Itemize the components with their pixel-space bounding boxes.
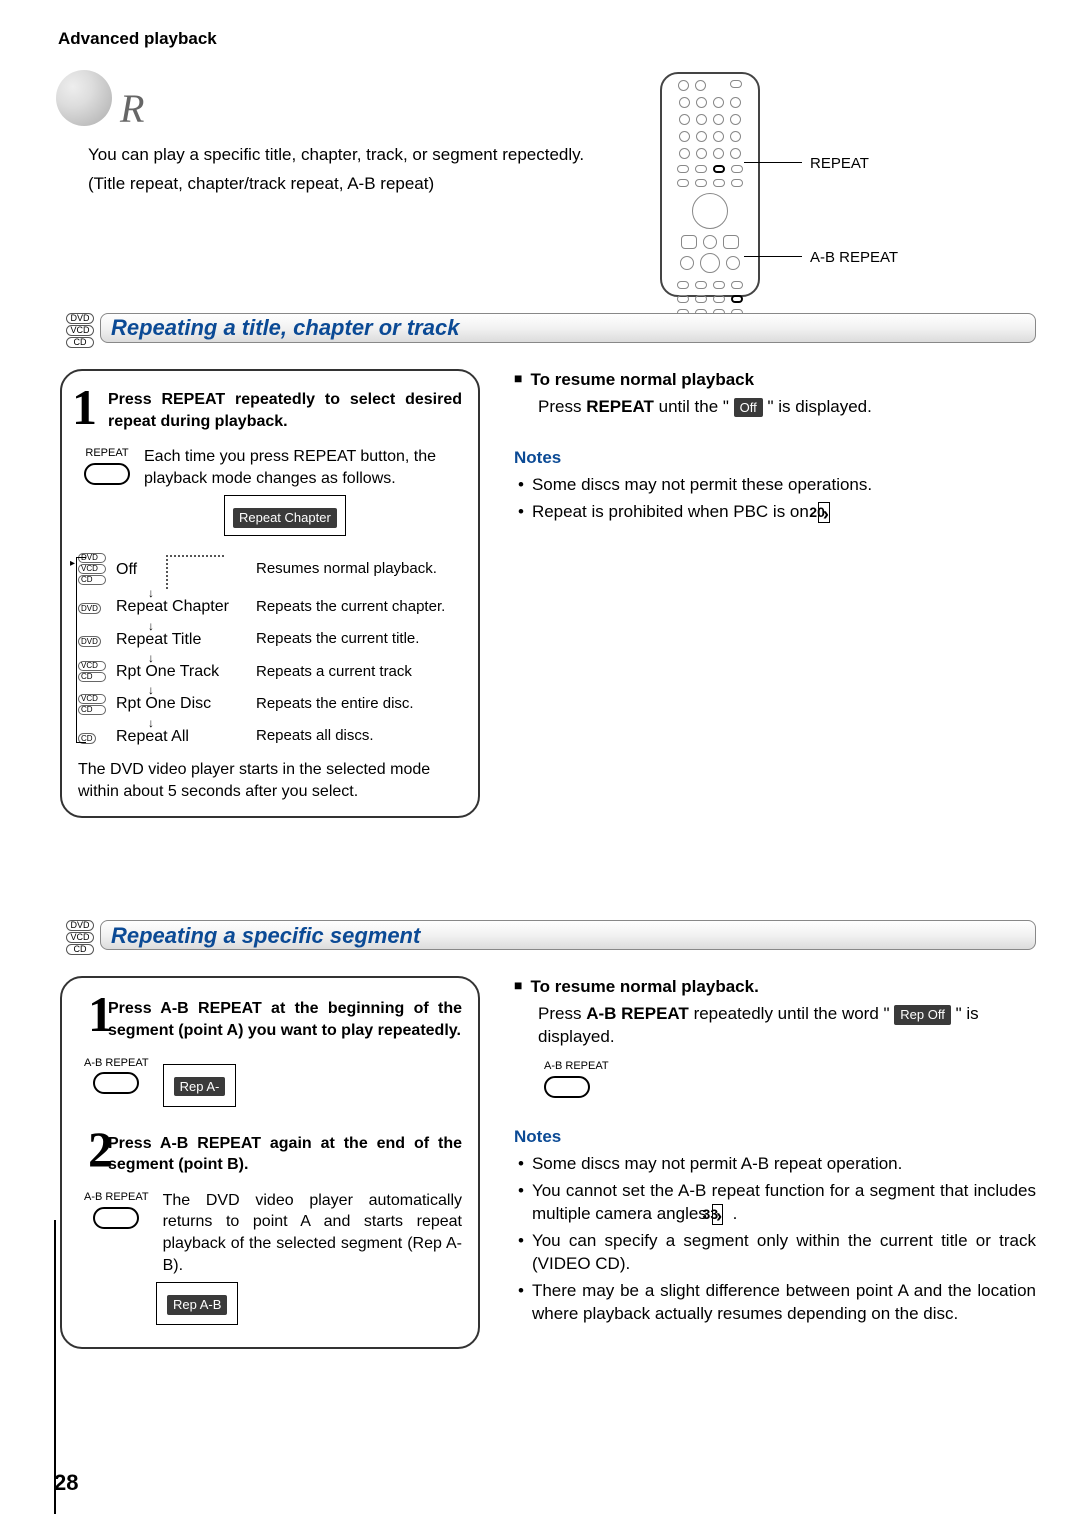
chapter-header: Advanced playback [58, 28, 1036, 51]
step-box-1: 1 Press REPEAT repeatedly to select desi… [60, 369, 480, 819]
step2-body: The DVD video player automatically retur… [163, 1190, 462, 1276]
notes-list-1: Some discs may not permit these operatio… [518, 474, 1036, 524]
ab-btn-label-2: A-B REPEAT [84, 1190, 149, 1205]
step1-heading-b: Press A-B REPEAT at the beginning of the… [108, 998, 462, 1041]
sphere-decor [56, 70, 112, 126]
repeat-remote-button [713, 165, 725, 173]
disc-icons: DVD VCD CD [66, 313, 94, 349]
step1-desc: Each time you press REPEAT button, the p… [144, 446, 462, 489]
repeat-btn-label: REPEAT [85, 446, 128, 461]
disc-icons-2: DVD VCD CD [66, 920, 94, 956]
page-number: 28 [54, 1468, 78, 1498]
repeat-button-icon [84, 463, 130, 485]
step1-footnote: The DVD video player starts in the selec… [78, 759, 462, 802]
osd-rep-ab: Rep A-B [156, 1282, 238, 1325]
step-number-1: 1 [72, 385, 97, 430]
ab-btn-label-3: A-B REPEAT [544, 1059, 609, 1074]
off-pill: Off [734, 398, 763, 418]
page-ref-33: 33 [712, 1204, 724, 1225]
resume-heading-2: To resume normal playback. [514, 976, 1036, 999]
resume-body-1: Press REPEAT until the " Off " is displa… [538, 396, 1036, 419]
resume-body-2: Press A-B REPEAT repeatedly until the wo… [538, 1003, 1036, 1049]
ab-btn-label: A-B REPEAT [84, 1056, 149, 1071]
subtitle-2: (Title repeat, chapter/track repeat, A-B… [88, 173, 584, 196]
step-number-1b: 1 [88, 992, 113, 1037]
section-title-2: Repeating a specific segment [100, 920, 1036, 950]
step2-heading: Press A-B REPEAT again at the end of the… [108, 1133, 462, 1176]
remote-diagram: REPEAT A-B REPEAT [660, 72, 1020, 302]
subtitle-1: You can play a specific title, chapter, … [88, 144, 584, 167]
step-number-2: 2 [88, 1127, 113, 1172]
osd-indicator: Repeat Chapter [224, 495, 346, 536]
ab-button-icon [93, 1072, 139, 1094]
ab-repeat-remote-button [731, 295, 743, 303]
step-box-2: 1 Press A-B REPEAT at the beginning of t… [60, 976, 480, 1349]
resume-heading-1: To resume normal playback [514, 369, 1036, 392]
page-ref-20: 20 [818, 502, 830, 523]
ab-button-icon-3 [544, 1076, 590, 1098]
osd-rep-a: Rep A- [163, 1064, 237, 1107]
repoff-pill: Rep Off [894, 1005, 951, 1025]
notes-heading-2: Notes [514, 1126, 1036, 1149]
title-initial: R [120, 82, 584, 136]
remote-label-ab: A-B REPEAT [810, 248, 898, 268]
remote-label-repeat: REPEAT [810, 154, 869, 174]
mode-table: ▸ DVD VCD CD Off Resumes normal playback… [78, 553, 462, 747]
ab-button-icon-2 [93, 1207, 139, 1229]
notes-heading-1: Notes [514, 447, 1036, 470]
notes-list-2: Some discs may not permit A-B repeat ope… [518, 1153, 1036, 1326]
section-title-1: Repeating a title, chapter or track [100, 313, 1036, 343]
step1-heading: Press REPEAT repeatedly to select desire… [108, 389, 462, 432]
